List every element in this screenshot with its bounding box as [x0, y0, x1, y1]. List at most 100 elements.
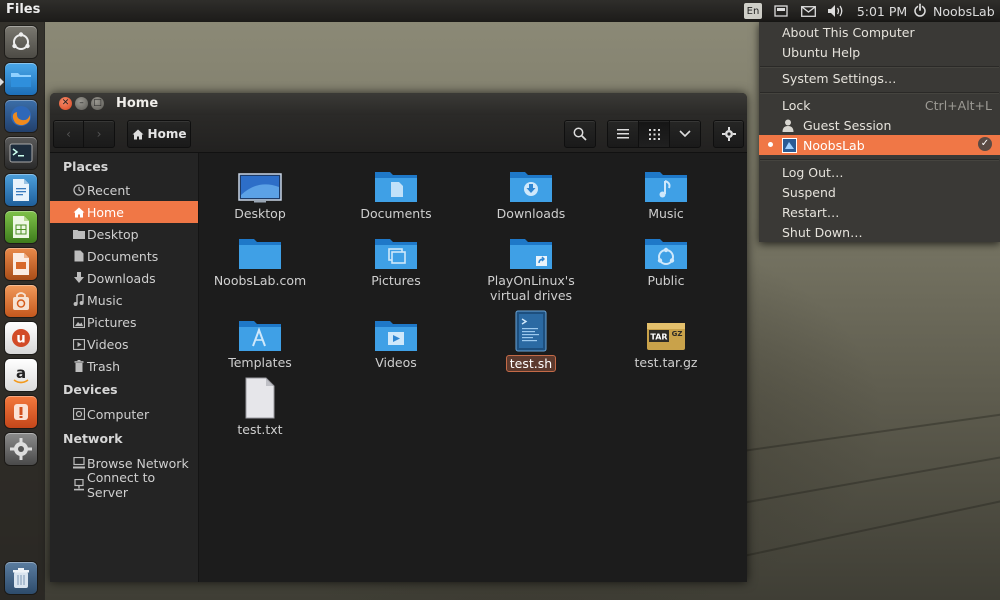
- settings-button[interactable]: [713, 120, 744, 148]
- launcher-writer-button[interactable]: [5, 174, 37, 206]
- messaging-indicator[interactable]: [772, 0, 790, 22]
- menu-separator: [760, 159, 999, 161]
- back-button[interactable]: ‹: [53, 120, 84, 148]
- file-item-test-txt[interactable]: test.txt: [200, 375, 320, 437]
- launcher-files-button[interactable]: [5, 63, 37, 95]
- menu-item-suspend[interactable]: Suspend: [759, 182, 1000, 202]
- launcher-trash-button[interactable]: [5, 562, 37, 594]
- file-item-music[interactable]: Music: [606, 165, 726, 221]
- svg-text:a: a: [16, 364, 26, 382]
- video-icon: [72, 338, 85, 351]
- file-label: Desktop: [234, 206, 286, 221]
- clock-icon: [72, 184, 85, 197]
- checkmark-icon: ✓: [978, 137, 992, 151]
- list-view-button[interactable]: [607, 120, 639, 148]
- sidebar-item-pictures[interactable]: Pictures: [50, 311, 198, 333]
- network-icon: [72, 457, 85, 470]
- file-item-playonlinux[interactable]: PlayOnLinux's virtual drives: [471, 232, 591, 303]
- sidebar-item-downloads[interactable]: Downloads: [50, 267, 198, 289]
- menu-item-lock[interactable]: Lock Ctrl+Alt+L: [759, 95, 1000, 115]
- sidebar-item-trash[interactable]: Trash: [50, 355, 198, 377]
- menu-item-label: System Settings…: [782, 70, 897, 86]
- breadcrumb-label: Home: [147, 127, 187, 141]
- launcher-dash-button[interactable]: [5, 26, 37, 58]
- menu-item-current-user[interactable]: NoobsLab ✓: [759, 135, 1000, 155]
- top-panel: Files En 5:01 PM NoobsLab: [0, 0, 1000, 22]
- launcher-system-settings-button[interactable]: [5, 433, 37, 465]
- wallpaper-rail: [719, 497, 1000, 562]
- file-item-test-tar-gz[interactable]: TAR GZ test.tar.gz: [606, 314, 726, 370]
- list-view-icon: [617, 129, 629, 139]
- lock-shortcut: Ctrl+Alt+L: [924, 97, 992, 113]
- menu-item-label: NoobsLab: [803, 137, 865, 153]
- music-folder-icon: [643, 165, 689, 203]
- search-button[interactable]: [564, 120, 596, 148]
- menu-item-system-settings[interactable]: System Settings…: [759, 68, 1000, 88]
- breadcrumb-home-button[interactable]: Home: [127, 120, 191, 148]
- menu-item-label: Lock: [782, 97, 811, 113]
- sidebar-item-videos[interactable]: Videos: [50, 333, 198, 355]
- file-label: Music: [648, 206, 684, 221]
- sidebar-item-computer[interactable]: Computer: [50, 403, 198, 425]
- active-user-dot: [768, 142, 773, 147]
- launcher-terminal-button[interactable]: [5, 137, 37, 169]
- session-user-name: NoobsLab: [933, 3, 995, 19]
- sidebar-item-home[interactable]: Home: [50, 201, 198, 223]
- file-item-videos[interactable]: Videos: [336, 314, 456, 370]
- guest-user-icon: [782, 119, 794, 132]
- sidebar-item-recent[interactable]: Recent: [50, 179, 198, 201]
- link-folder-icon: [508, 232, 554, 270]
- user-avatar-icon: [782, 137, 797, 153]
- files-folder-icon: [11, 73, 31, 87]
- file-item-noobslab[interactable]: NoobsLab.com: [200, 232, 320, 288]
- launcher-calc-button[interactable]: [5, 211, 37, 243]
- clock-indicator[interactable]: 5:01 PM: [856, 0, 908, 22]
- file-item-desktop[interactable]: Desktop: [200, 165, 320, 221]
- file-item-downloads[interactable]: Downloads: [471, 165, 591, 221]
- forward-arrow-icon: ›: [96, 127, 102, 141]
- downloads-folder-icon: [508, 165, 554, 203]
- sidebar-item-connect-to-server[interactable]: Connect to Server: [50, 470, 198, 500]
- sidebar-item-label: Videos: [87, 336, 129, 352]
- view-options-dropdown[interactable]: [669, 120, 701, 148]
- window-titlebar[interactable]: ✕ – □ Home: [50, 93, 747, 115]
- file-item-documents[interactable]: Documents: [336, 165, 456, 221]
- file-label: PlayOnLinux's virtual drives: [487, 273, 575, 303]
- menu-item-label: Restart…: [782, 204, 840, 220]
- desktop-folder-icon: [72, 228, 85, 241]
- launcher-update-manager-button[interactable]: [5, 396, 37, 428]
- menu-item-label: Ubuntu Help: [782, 44, 861, 60]
- launcher-ubuntu-one-button[interactable]: u: [5, 322, 37, 354]
- grid-view-button[interactable]: [638, 120, 670, 148]
- sidebar-item-label: Documents: [87, 248, 159, 264]
- launcher-firefox-button[interactable]: [5, 100, 37, 132]
- file-item-test-sh[interactable]: test.sh: [471, 301, 591, 372]
- file-item-templates[interactable]: Templates: [200, 314, 320, 370]
- document-icon: [72, 250, 85, 263]
- launcher-impress-button[interactable]: [5, 248, 37, 280]
- menu-item-help[interactable]: Ubuntu Help: [759, 42, 1000, 62]
- window-close-button[interactable]: ✕: [59, 97, 72, 110]
- window-maximize-button[interactable]: □: [91, 97, 104, 110]
- desktop-folder-icon: [237, 165, 283, 203]
- session-indicator[interactable]: NoobsLab: [912, 0, 998, 22]
- launcher-amazon-button[interactable]: a: [5, 359, 37, 391]
- menu-item-restart[interactable]: Restart…: [759, 202, 1000, 222]
- forward-button[interactable]: ›: [83, 120, 115, 148]
- menu-item-guest-session[interactable]: Guest Session: [759, 115, 1000, 135]
- file-label: Pictures: [371, 273, 421, 288]
- window-minimize-button[interactable]: –: [75, 97, 88, 110]
- sidebar-item-documents[interactable]: Documents: [50, 245, 198, 267]
- keyboard-layout-indicator[interactable]: En: [744, 3, 762, 19]
- file-item-public[interactable]: Public: [606, 232, 726, 288]
- menu-item-shut-down[interactable]: Shut Down…: [759, 222, 1000, 242]
- menu-item-about[interactable]: About This Computer: [759, 22, 1000, 42]
- sidebar-item-music[interactable]: Music: [50, 289, 198, 311]
- mail-indicator[interactable]: [799, 0, 817, 22]
- file-item-pictures[interactable]: Pictures: [336, 232, 456, 288]
- sidebar-item-label: Music: [87, 292, 123, 308]
- menu-item-log-out[interactable]: Log Out…: [759, 162, 1000, 182]
- sidebar-item-desktop[interactable]: Desktop: [50, 223, 198, 245]
- sound-indicator[interactable]: [825, 0, 847, 22]
- launcher-software-center-button[interactable]: [5, 285, 37, 317]
